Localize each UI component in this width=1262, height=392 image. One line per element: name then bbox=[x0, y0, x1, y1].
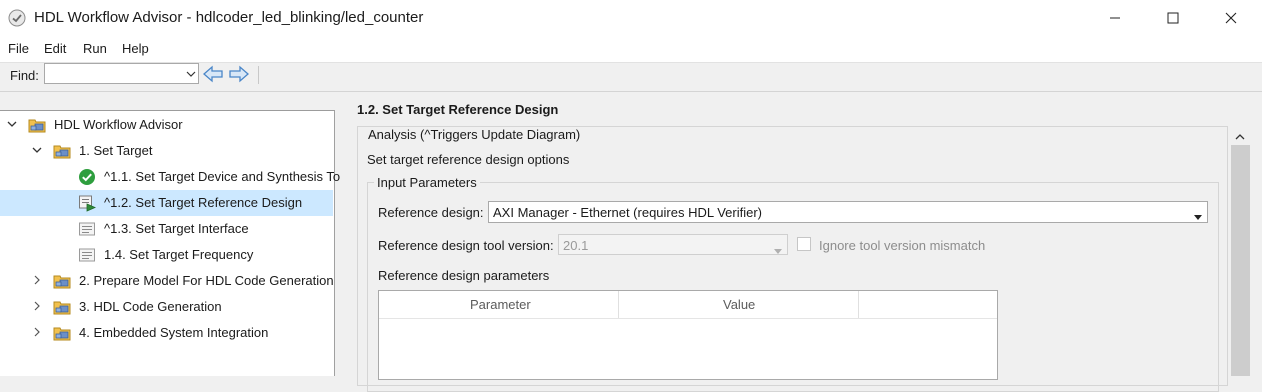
chevron-right-icon[interactable] bbox=[31, 300, 43, 312]
ignore-version-checkbox[interactable] bbox=[797, 237, 811, 251]
tree-item-label: 2. Prepare Model For HDL Code Generation bbox=[79, 273, 334, 288]
chevron-right-icon[interactable] bbox=[31, 274, 43, 286]
task-icon bbox=[78, 246, 96, 264]
toolbar-separator bbox=[258, 66, 259, 84]
folder-icon bbox=[53, 142, 71, 160]
tree-item-label: ^1.3. Set Target Interface bbox=[104, 221, 249, 236]
analysis-legend: Analysis (^Triggers Update Diagram) bbox=[366, 127, 583, 142]
minimize-button[interactable] bbox=[1086, 0, 1144, 36]
menu-bar bbox=[0, 36, 1262, 62]
close-button[interactable] bbox=[1202, 0, 1260, 36]
folder-icon bbox=[53, 298, 71, 316]
tree-item[interactable]: 2. Prepare Model For HDL Code Generation bbox=[0, 268, 334, 294]
back-button[interactable] bbox=[203, 65, 223, 83]
check-icon bbox=[78, 168, 96, 186]
tree-item-label: ^1.1. Set Target Device and Synthesis To bbox=[104, 169, 341, 184]
reference-design-value: AXI Manager - Ethernet (requires HDL Ver… bbox=[493, 205, 763, 220]
maximize-button[interactable] bbox=[1144, 0, 1202, 36]
arrow-left-icon bbox=[203, 65, 223, 83]
chevron-down-icon bbox=[186, 71, 196, 77]
chevron-down-icon[interactable] bbox=[6, 118, 18, 130]
minimize-icon bbox=[1110, 17, 1120, 19]
input-parameters-legend: Input Parameters bbox=[374, 175, 480, 190]
reference-design-label: Reference design: bbox=[378, 205, 484, 220]
tree-item-label: HDL Workflow Advisor bbox=[54, 117, 183, 132]
tree-item-label: ^1.2. Set Target Reference Design bbox=[104, 195, 303, 210]
tree-item[interactable]: ^1.2. Set Target Reference Design bbox=[0, 190, 333, 216]
tree-item[interactable]: 1. Set Target bbox=[0, 138, 333, 164]
tool-version-select[interactable] bbox=[558, 234, 788, 255]
ignore-version-label: Ignore tool version mismatch bbox=[819, 238, 986, 253]
forward-button[interactable] bbox=[229, 65, 249, 83]
task-run-icon bbox=[78, 194, 96, 212]
app-icon bbox=[8, 9, 26, 27]
tree-item[interactable]: ^1.3. Set Target Interface bbox=[0, 216, 333, 242]
chevron-down-icon bbox=[774, 242, 782, 254]
reference-design-parameters-label: Reference design parameters bbox=[378, 268, 550, 283]
close-icon bbox=[1225, 12, 1237, 24]
column-divider bbox=[858, 291, 859, 318]
chevron-right-icon[interactable] bbox=[31, 326, 43, 338]
tool-version-label: Reference design tool version: bbox=[378, 238, 554, 253]
maximize-icon bbox=[1167, 12, 1179, 24]
folder-icon bbox=[53, 324, 71, 342]
scrollbar-thumb[interactable] bbox=[1231, 145, 1250, 376]
folder-icon bbox=[28, 116, 46, 134]
scroll-up-arrow-icon[interactable] bbox=[1234, 130, 1246, 140]
tool-version-value: 20.1 bbox=[563, 238, 589, 253]
arrow-right-icon bbox=[229, 65, 249, 83]
menu-edit[interactable]: Edit bbox=[44, 41, 66, 56]
tree-item-label: 3. HDL Code Generation bbox=[79, 299, 222, 314]
menu-help[interactable]: Help bbox=[122, 41, 149, 56]
panel-description: Set target reference design options bbox=[367, 152, 570, 167]
tree-item-label: 4. Embedded System Integration bbox=[79, 325, 269, 340]
find-label: Find: bbox=[10, 68, 39, 83]
column-divider bbox=[618, 291, 619, 318]
menu-file[interactable]: File bbox=[8, 41, 29, 56]
panel-title: 1.2. Set Target Reference Design bbox=[357, 102, 559, 117]
tree-item-label: 1. Set Target bbox=[79, 143, 153, 158]
task-tree: HDL Workflow Advisor 1. Set Target ^1.1. S… bbox=[0, 110, 340, 376]
tree-item-label: 1.4. Set Target Frequency bbox=[104, 247, 254, 262]
dropdown-arrow-icon bbox=[1194, 209, 1202, 220]
tree-item[interactable]: 4. Embedded System Integration bbox=[0, 320, 333, 346]
column-header-value: Value bbox=[723, 297, 756, 312]
menu-run[interactable]: Run bbox=[83, 41, 107, 56]
chevron-down-icon[interactable] bbox=[31, 144, 43, 156]
tree-item[interactable]: ^1.1. Set Target Device and Synthesis To bbox=[0, 164, 340, 190]
window-title: HDL Workflow Advisor - hdlcoder_led_blin… bbox=[34, 9, 424, 26]
tree-item[interactable]: 1.4. Set Target Frequency bbox=[0, 242, 333, 268]
task-icon bbox=[78, 220, 96, 238]
folder-icon bbox=[53, 272, 71, 290]
tree-item[interactable]: HDL Workflow Advisor bbox=[0, 112, 333, 138]
tree-item[interactable]: 3. HDL Code Generation bbox=[0, 294, 333, 320]
find-input[interactable] bbox=[44, 63, 199, 84]
find-dropdown-button[interactable] bbox=[184, 64, 198, 83]
column-header-parameter: Parameter bbox=[470, 297, 531, 312]
